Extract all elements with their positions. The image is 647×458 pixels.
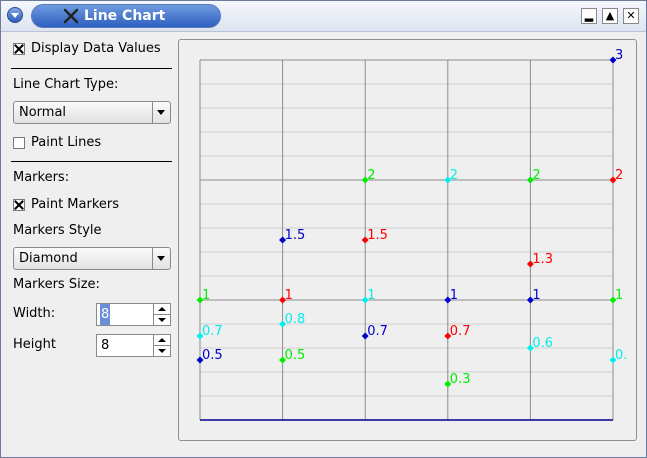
data-label: 0.8 <box>285 312 306 327</box>
data-label: 1 <box>532 288 540 303</box>
line-chart-type-label: Line Chart Type: <box>13 77 119 92</box>
data-label: 0.6 <box>532 336 553 351</box>
markers-style-select[interactable]: Diamond <box>13 247 171 270</box>
title-bar[interactable]: Line Chart ▂ ▲ ✕ <box>1 1 646 32</box>
line-chart-window: Line Chart ▂ ▲ ✕ Display Data Values Lin… <box>0 0 647 458</box>
paint-lines-label: Paint Lines <box>31 135 102 150</box>
data-label: 2 <box>615 168 623 183</box>
checkbox-unchecked-icon[interactable] <box>13 137 25 149</box>
minimize-icon[interactable]: ▂ <box>581 8 597 24</box>
markers-style-label: Markers Style <box>13 223 102 238</box>
checkbox-checked-icon[interactable] <box>13 43 25 55</box>
checkbox-checked-icon[interactable] <box>13 199 25 211</box>
data-label: 0.5 <box>285 348 306 363</box>
chevron-down-icon[interactable] <box>152 248 170 269</box>
data-label: 0. <box>615 348 627 363</box>
app-icon <box>63 8 79 24</box>
separator <box>11 161 172 162</box>
markers-size-label: Markers Size: <box>13 277 100 292</box>
data-label: 1 <box>615 288 623 303</box>
data-label: 1 <box>367 288 375 303</box>
spin-down-icon[interactable] <box>154 346 170 356</box>
width-label: Width: <box>13 306 56 321</box>
paint-markers-label: Paint Markers <box>31 197 120 212</box>
data-label: 1 <box>202 288 210 303</box>
separator <box>11 68 172 69</box>
chevron-down-icon[interactable] <box>152 102 170 123</box>
title-pill[interactable]: Line Chart <box>31 4 221 28</box>
line-chart-type-value: Normal <box>19 105 67 120</box>
spin-buttons <box>153 335 170 356</box>
height-label: Height <box>13 337 56 352</box>
close-icon[interactable]: ✕ <box>623 8 639 24</box>
data-label: 2 <box>367 168 375 183</box>
window-title: Line Chart <box>84 8 166 24</box>
maximize-icon[interactable]: ▲ <box>602 8 618 24</box>
data-label: 1.3 <box>532 252 553 267</box>
line-chart: 1 0.5 2 0.3 2 1 1 1.5 0.7 1.3 2 0.5 1.5 0.7 1 1 3 0.7 0.8 1… <box>196 48 627 421</box>
spin-down-icon[interactable] <box>154 315 170 325</box>
chart-frame: 1 0.5 2 0.3 2 1 1 1.5 0.7 1.3 2 0.5 1.5 0.7 1 1 3 0.7 0.8 1… <box>178 39 637 441</box>
data-label: 1.5 <box>285 228 306 243</box>
data-label: 2 <box>532 168 540 183</box>
data-label: 2 <box>450 168 458 183</box>
markers-heading: Markers: <box>13 170 70 185</box>
data-label: 1 <box>450 288 458 303</box>
spin-buttons <box>153 304 170 325</box>
data-label: 0.7 <box>367 324 388 339</box>
display-values-label: Display Data Values <box>31 41 161 56</box>
width-spinbox[interactable]: 8 <box>96 303 171 326</box>
data-label: 0.3 <box>450 372 471 387</box>
data-label: 0.5 <box>202 348 223 363</box>
height-value[interactable]: 8 <box>101 335 109 356</box>
spin-up-icon[interactable] <box>154 335 170 346</box>
spin-up-icon[interactable] <box>154 304 170 315</box>
line-chart-type-select[interactable]: Normal <box>13 101 171 124</box>
data-label: 0.7 <box>450 324 471 339</box>
width-value[interactable]: 8 <box>100 304 111 325</box>
data-label: 1.5 <box>367 228 388 243</box>
data-label: 1 <box>285 288 293 303</box>
data-label: 3 <box>615 48 623 63</box>
data-label: 0.7 <box>202 324 223 339</box>
window-menu-button[interactable] <box>7 7 23 23</box>
markers-style-value: Diamond <box>19 251 78 266</box>
height-spinbox[interactable]: 8 <box>96 334 171 357</box>
